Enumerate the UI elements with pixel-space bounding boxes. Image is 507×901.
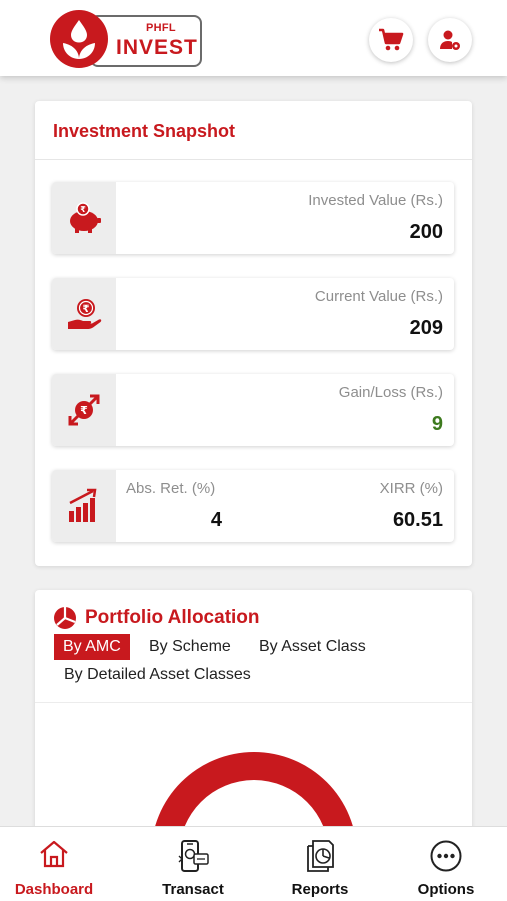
tile-icon-bg: ₹: [52, 182, 116, 254]
phfl-invest-logo[interactable]: PHFL INVEST: [50, 10, 202, 68]
phone-transfer-icon: [178, 840, 209, 872]
xirr-label: XIRR (%): [379, 480, 443, 497]
gain-loss-label: Gain/Loss (Rs.): [338, 384, 443, 401]
tab-by-asset-class[interactable]: By Asset Class: [250, 634, 375, 660]
tab-by-amc[interactable]: By AMC: [54, 634, 130, 660]
returns-tile: Abs. Ret. (%) 4 XIRR (%) 60.51: [52, 470, 454, 542]
nav-dashboard[interactable]: Dashboard: [0, 827, 117, 901]
nav-transact[interactable]: Transact: [130, 827, 256, 901]
cart-button[interactable]: [369, 18, 413, 62]
nav-dashboard-label: Dashboard: [14, 881, 94, 898]
divider: [35, 159, 472, 160]
logo-phfl-text: PHFL: [146, 22, 176, 34]
cart-icon: [379, 28, 404, 51]
nav-options[interactable]: Options: [383, 827, 507, 901]
nav-reports[interactable]: Reports: [257, 827, 383, 901]
profile-settings-button[interactable]: [428, 18, 472, 62]
invested-value-tile: ₹ Invested Value (Rs.) 200: [52, 182, 454, 254]
tab-by-detailed-asset-classes[interactable]: By Detailed Asset Classes: [55, 662, 260, 688]
current-value-tile: ₹ Current Value (Rs.) 209: [52, 278, 454, 350]
nav-options-label: Options: [417, 881, 475, 898]
leaf-drop-icon: [50, 10, 108, 68]
gain-loss-tile: ₹ Gain/Loss (Rs.) 9: [52, 374, 454, 446]
invested-value-label: Invested Value (Rs.): [308, 192, 443, 209]
piggy-bank-icon: ₹: [70, 202, 101, 233]
current-value: 209: [409, 317, 443, 339]
gain-loss-value: 9: [431, 413, 443, 435]
gain-loss-arrows-icon: ₹: [68, 394, 100, 426]
divider: [35, 702, 472, 703]
bar-chart-growth-icon: [69, 488, 97, 522]
hand-coin-icon: ₹: [68, 299, 102, 329]
bottom-navigation: Dashboard Transact Reports Options: [0, 826, 507, 901]
nav-transact-label: Transact: [162, 881, 224, 898]
more-icon: [430, 840, 462, 872]
home-icon: [40, 840, 68, 868]
abs-return-label: Abs. Ret. (%): [126, 480, 216, 497]
logo-invest-text: INVEST: [116, 36, 198, 59]
invested-value: 200: [409, 221, 443, 243]
svg-text:₹: ₹: [80, 404, 88, 417]
tile-icon-bg: ₹: [52, 374, 116, 446]
tab-by-scheme[interactable]: By Scheme: [140, 634, 240, 660]
current-value-label: Current Value (Rs.): [314, 288, 443, 305]
tile-icon-bg: [52, 470, 116, 542]
investment-snapshot-card: Investment Snapshot ₹ Invested Value (Rs…: [35, 101, 472, 566]
snapshot-title: Investment Snapshot: [53, 121, 236, 141]
abs-return-value: 4: [210, 509, 222, 531]
svg-text:₹: ₹: [80, 205, 86, 214]
app-header: PHFL INVEST: [0, 0, 507, 76]
portfolio-title: Portfolio Allocation: [85, 607, 260, 628]
tile-icon-bg: ₹: [52, 278, 116, 350]
nav-reports-label: Reports: [291, 881, 349, 898]
svg-text:₹: ₹: [83, 304, 90, 315]
xirr-value: 60.51: [392, 509, 443, 531]
user-gear-icon: [440, 30, 460, 50]
pie-chart-icon: [54, 607, 76, 629]
report-icon: [307, 840, 334, 872]
